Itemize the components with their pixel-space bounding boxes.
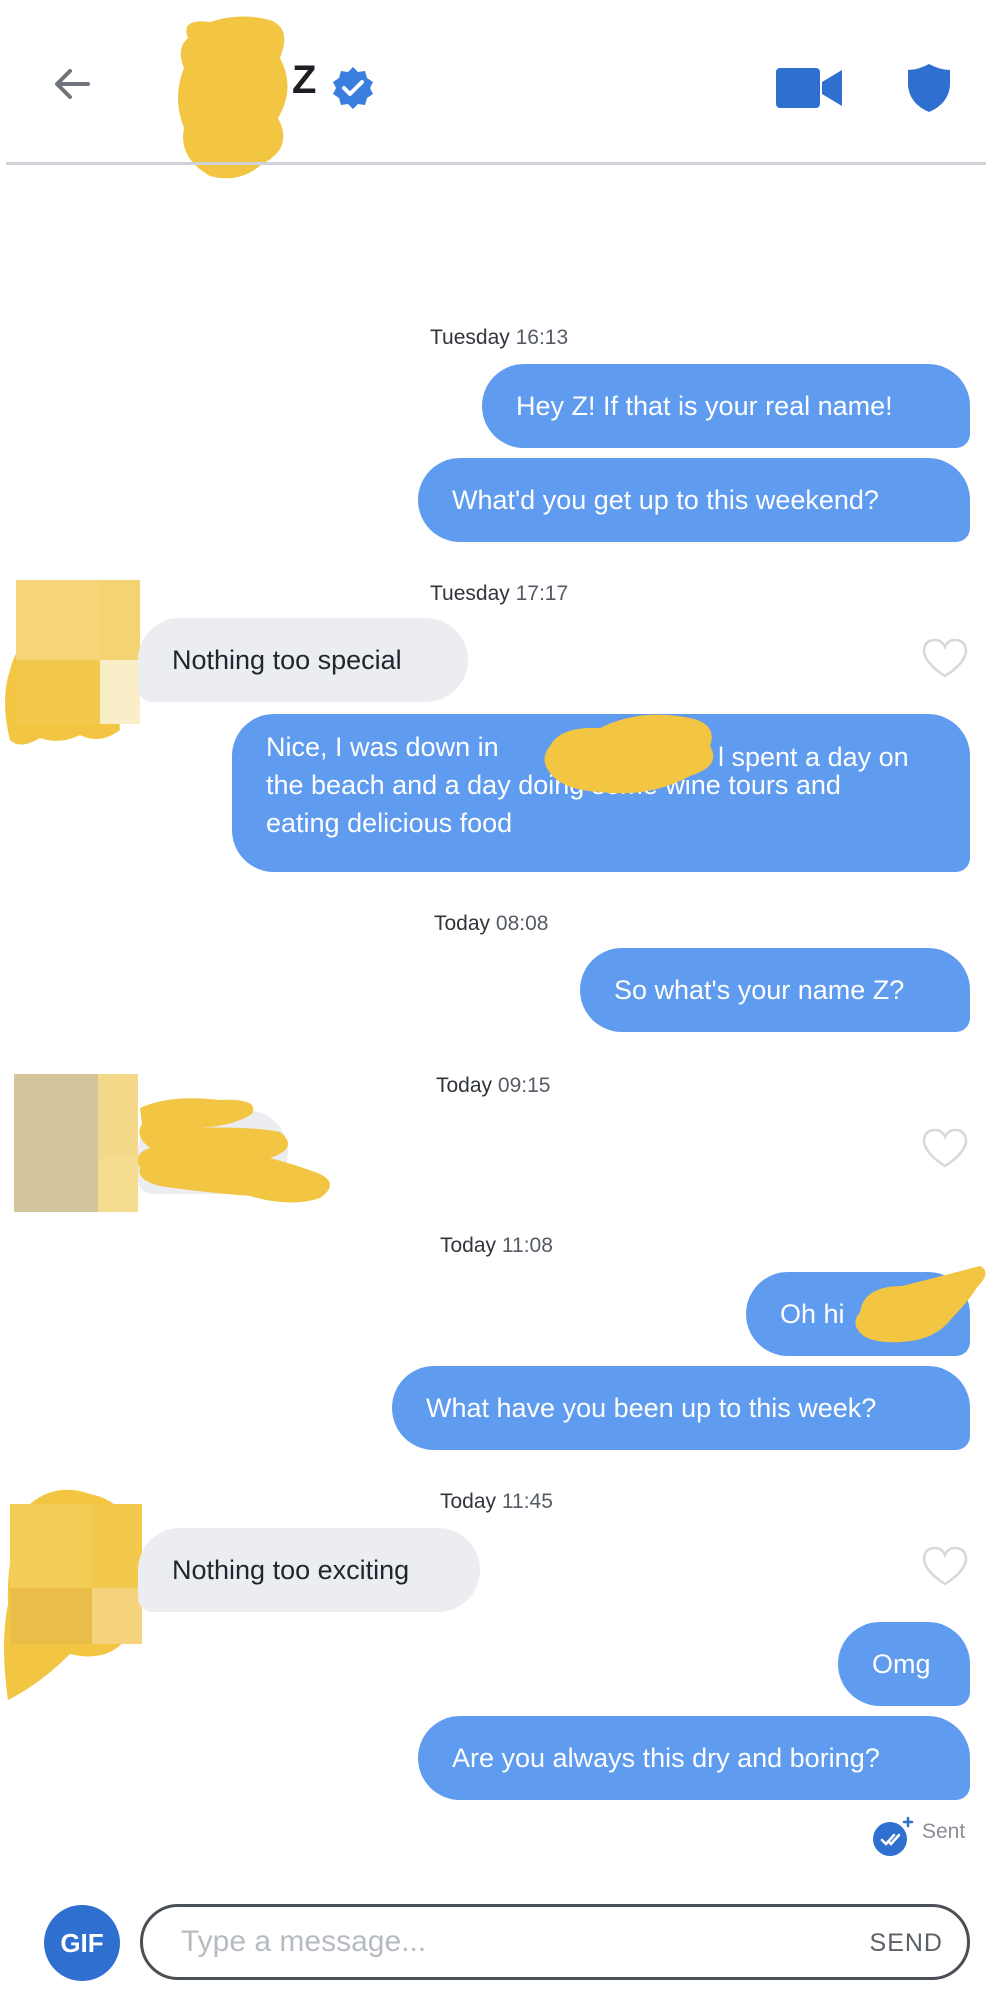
message-text: Nothing too exciting [172, 1555, 410, 1585]
contact-avatar[interactable] [0, 1484, 145, 1700]
incoming-message[interactable]: Nothing too exciting [138, 1528, 480, 1612]
outgoing-message[interactable]: Are you always this dry and boring? [418, 1716, 970, 1800]
timestamp: Today 09:15 [436, 1074, 550, 1098]
arrow-left-icon[interactable] [48, 60, 96, 108]
sent-check-icon [873, 1816, 914, 1856]
timestamp-day: Today [436, 1074, 493, 1097]
message-status: Sent [922, 1820, 966, 1843]
gif-button[interactable]: GIF [44, 1905, 120, 1981]
heart-icon[interactable] [920, 636, 970, 680]
video-camera-icon[interactable] [776, 68, 842, 108]
timestamp-time: 11:45 [501, 1490, 553, 1513]
name-redaction [178, 16, 288, 179]
contact-avatar[interactable] [0, 560, 140, 745]
outgoing-message[interactable]: Hey Z! If that is your real name! [482, 364, 970, 448]
timestamp-day: Today [440, 1490, 497, 1513]
message-placeholder: Type a message... [181, 1925, 427, 1958]
heart-icon[interactable] [920, 1544, 970, 1588]
timestamp-day: Tuesday [430, 326, 510, 349]
message-input[interactable]: Type a message... SEND [140, 1904, 970, 1980]
message-text: Are you always this dry and boring? [452, 1743, 880, 1773]
timestamp: Tuesday 17:17 [430, 582, 568, 606]
shield-icon[interactable] [906, 62, 952, 114]
contact-name[interactable]: Z [292, 58, 316, 103]
timestamp: Tuesday 16:13 [430, 326, 568, 350]
message-text: What have you been up to this week? [426, 1393, 877, 1423]
outgoing-message[interactable]: Omg [838, 1622, 970, 1706]
name-redaction [855, 1266, 986, 1343]
contact-avatar[interactable] [14, 1074, 138, 1212]
timestamp: Today 11:08 [440, 1234, 553, 1258]
timestamp-day: Today [440, 1234, 497, 1257]
timestamp-time: 09:15 [497, 1074, 551, 1097]
timestamp-time: 17:17 [515, 582, 569, 605]
message-text-fragment: l spent a day on [718, 742, 909, 772]
chat-header: Z [0, 0, 990, 179]
message-text: So what's your name Z? [614, 975, 905, 1005]
incoming-message[interactable]: Nothing too special [138, 618, 468, 702]
timestamp-day: Tuesday [430, 582, 510, 605]
message-text: Oh hi [780, 1299, 845, 1329]
timestamp: Today 11:45 [440, 1490, 553, 1514]
message-text: Omg [872, 1649, 931, 1679]
verified-check-icon [333, 67, 373, 109]
header-divider [6, 162, 986, 165]
timestamp: Today 08:08 [434, 912, 548, 936]
message-text: What'd you get up to this weekend? [452, 485, 879, 515]
location-redaction [544, 714, 714, 794]
message-redaction [137, 1098, 330, 1203]
timestamp-day: Today [434, 912, 491, 935]
message-text: Hey Z! If that is your real name! [516, 391, 893, 421]
timestamp-time: 16:13 [515, 326, 569, 349]
outgoing-message[interactable]: So what's your name Z? [580, 948, 970, 1032]
send-button[interactable]: SEND [870, 1929, 943, 1958]
timestamp-time: 08:08 [495, 912, 549, 935]
outgoing-message[interactable]: What'd you get up to this weekend? [418, 458, 970, 542]
timestamp-time: 11:08 [501, 1234, 553, 1257]
message-text: Nothing too special [172, 645, 402, 675]
outgoing-message[interactable]: What have you been up to this week? [392, 1366, 970, 1450]
heart-icon[interactable] [920, 1126, 970, 1170]
